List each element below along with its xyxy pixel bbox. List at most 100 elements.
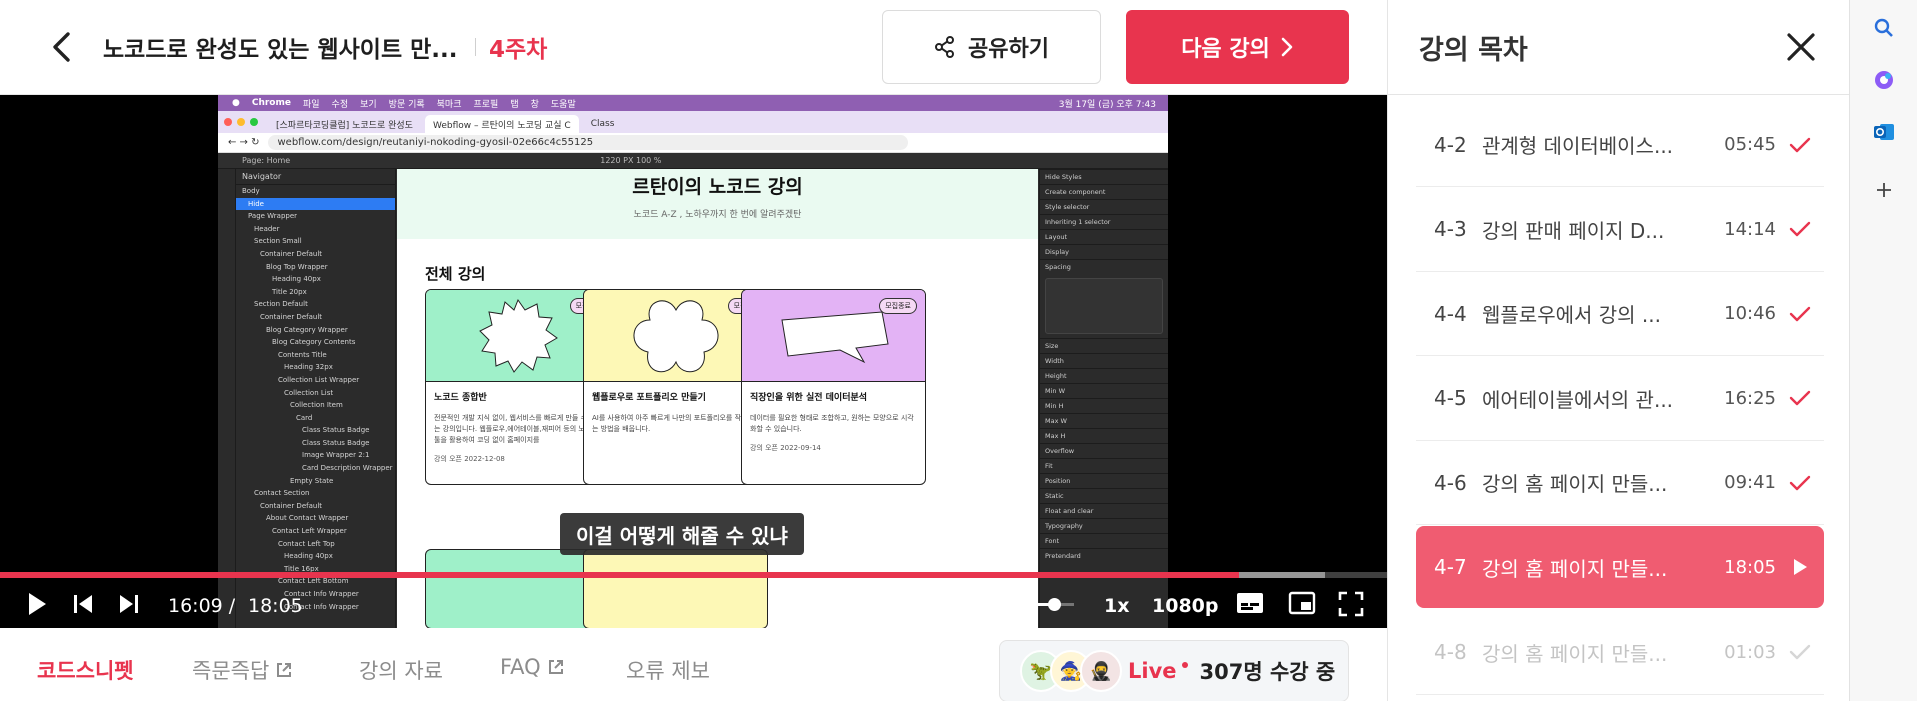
lesson-title: 관계형 데이터베이스... (1482, 134, 1674, 158)
browser-tab-strip: [스파르타코딩클럽] 노코드로 완성도 Webflow – 르탄이의 노코딩 교… (218, 111, 1168, 133)
style-panel-row: Static (1040, 488, 1168, 503)
navigator-row: Contact Section (254, 489, 310, 498)
lesson-item[interactable]: 4-7 강의 홈 페이지 만들... 18:05 (1416, 526, 1824, 608)
lesson-item[interactable]: 4-8 강의 홈 페이지 만들... 01:03 (1416, 611, 1824, 695)
style-panel-row: Max H (1040, 428, 1168, 443)
lesson-title: 강의 홈 페이지 만들... (1482, 556, 1668, 581)
previous-button[interactable] (72, 591, 94, 617)
navigator-row: Image Wrapper 2:1 (302, 451, 370, 460)
external-link-icon (548, 660, 563, 674)
course-card-image: 모집중 (426, 290, 609, 382)
share-button[interactable]: 공유하기 (882, 10, 1101, 84)
navigator-row: Class Status Badge (302, 426, 370, 435)
lecture-outline-panel: 강의 목차 4-2 관계형 데이터베이스... 05:45 4-3 강의 판매 페이지 … (1387, 0, 1849, 701)
navigator-row: Container Default (260, 501, 323, 510)
navigator-row: Collection List (284, 388, 334, 397)
webflow-designer: Navigator Body Hide Page Wrapper Header Sect… (218, 169, 1168, 628)
back-button[interactable] (46, 28, 76, 66)
edge-copilot-button[interactable] (1872, 68, 1896, 92)
next-lecture-button[interactable]: 다음 강의 (1126, 10, 1349, 84)
navigator-row: Section Small (254, 237, 302, 246)
volume-handle[interactable] (1048, 598, 1062, 611)
navigator-row: Page Wrapper (248, 212, 298, 221)
lesson-duration: 16:25 (1724, 387, 1776, 409)
check-icon (1789, 475, 1811, 491)
style-panel-row: Height (1040, 368, 1168, 383)
check-icon (1789, 644, 1811, 660)
navigator-row: Contents Title (278, 350, 327, 359)
navigator-row: Class Status Badge (302, 438, 370, 447)
lesson-item[interactable]: 4-4 웹플로우에서 강의 ... 10:46 (1416, 272, 1824, 357)
course-card-title: 노코드 종합반 (434, 393, 487, 403)
spacing-box (1045, 278, 1163, 334)
lesson-item[interactable]: 4-2 관계형 데이터베이스... 05:45 (1416, 103, 1824, 187)
navigator-title: Navigator (236, 169, 395, 185)
check-icon (1789, 221, 1811, 237)
tab-label: 즉문즉답 (192, 659, 270, 683)
lesson-number: 4-3 (1434, 217, 1467, 242)
mac-menu-3: 보기 (360, 99, 377, 110)
navigator-row: Card Description Wrapper (302, 464, 393, 473)
close-outline-button[interactable] (1784, 30, 1818, 64)
mac-menu-9: 도움말 (550, 99, 576, 110)
style-panel-row: Font (1040, 533, 1168, 548)
course-card-image: 모집중 (584, 290, 767, 382)
playback-speed[interactable]: 1x (1104, 595, 1129, 617)
tab-bug-report[interactable]: 오류 제보 (626, 655, 710, 685)
lesson-status (1776, 220, 1824, 238)
lesson-status (1776, 643, 1824, 661)
skip-back-icon (74, 595, 92, 613)
edge-outlook-button[interactable] (1872, 120, 1896, 144)
player-controls: 16:09 / 18:05 1x 1080p (0, 583, 1387, 628)
tab-instant-qna[interactable]: 즉문즉답 (192, 655, 293, 685)
subtitles-button[interactable] (1236, 591, 1264, 615)
skip-forward-icon (120, 595, 138, 613)
mac-menu-7: 탭 (510, 99, 519, 110)
lesson-duration: 09:41 (1724, 472, 1776, 494)
tab-label: 오류 제보 (626, 659, 710, 683)
canvas-hero: 르탄이의 노코드 강의 노코드 A-Z , 노하우까지 한 번에 알려주겠탄 (397, 169, 1038, 239)
lesson-item[interactable]: 4-6 강의 홈 페이지 만들... 09:41 (1416, 441, 1824, 526)
webflow-page-label: Page: Home (242, 156, 291, 165)
fullscreen-button[interactable] (1338, 591, 1364, 617)
title-divider (475, 38, 476, 56)
live-viewers-badge[interactable]: 🦖 🧙 🥷 Live 307명 수강 중 (999, 640, 1349, 701)
current-time-value: 16:09 (168, 595, 223, 617)
fullscreen-icon (1338, 591, 1364, 617)
lesson-item[interactable]: 4-3 강의 판매 페이지 D... 14:14 (1416, 188, 1824, 272)
lesson-item[interactable]: 4-5 에어테이블에서의 관... 16:25 (1416, 357, 1824, 441)
app-root: 노코드로 완성도 있는 웹사이트 만... 4주차 공유하기 다음 강의 ● C… (0, 0, 1917, 701)
video-player[interactable]: ● Chrome 파일 수정 보기 방문 기록 북마크 프로필 탭 창 도움말 … (0, 95, 1387, 628)
captions-icon (1237, 593, 1263, 613)
browser-tab: [스파르타코딩클럽] 노코드로 완성도 (268, 115, 421, 133)
navigator-row: Card (296, 413, 313, 422)
edge-add-button[interactable] (1872, 178, 1896, 202)
navigator-row: Blog Category Contents (272, 338, 356, 347)
style-panel-row: Float and clear (1040, 503, 1168, 518)
lesson-duration: 18:05 (1724, 556, 1776, 578)
next-button[interactable] (118, 591, 140, 617)
live-label: Live (1128, 659, 1177, 683)
canvas-section-title: 전체 강의 (425, 265, 486, 283)
share-label: 공유하기 (968, 37, 1049, 62)
style-panel-row: Create component (1040, 184, 1168, 199)
video-quality[interactable]: 1080p (1152, 595, 1218, 617)
tab-materials[interactable]: 강의 자료 (359, 655, 443, 685)
current-time: 16:09 / (168, 595, 236, 617)
seek-bar[interactable] (0, 572, 1387, 578)
volume-slider[interactable] (964, 598, 1074, 611)
lesson-duration: 05:45 (1724, 134, 1776, 155)
play-button[interactable] (26, 591, 48, 617)
style-panel-row: Typography (1040, 518, 1168, 533)
tab-code-snippet[interactable]: 코드스니펫 (37, 655, 134, 685)
edge-search-button[interactable] (1872, 16, 1896, 40)
apple-icon: ● (232, 98, 240, 108)
canvas-hero-subtitle: 노코드 A-Z , 노하우까지 한 번에 알려주겠탄 (633, 210, 802, 220)
navigator-row: Body (242, 187, 260, 195)
picture-in-picture-button[interactable] (1288, 591, 1316, 615)
live-dot (1181, 662, 1188, 668)
mac-menu-4: 방문 기록 (388, 99, 425, 110)
lesson-status (1776, 389, 1824, 407)
volume-button[interactable] (926, 591, 952, 617)
tab-faq[interactable]: FAQ (500, 655, 565, 679)
